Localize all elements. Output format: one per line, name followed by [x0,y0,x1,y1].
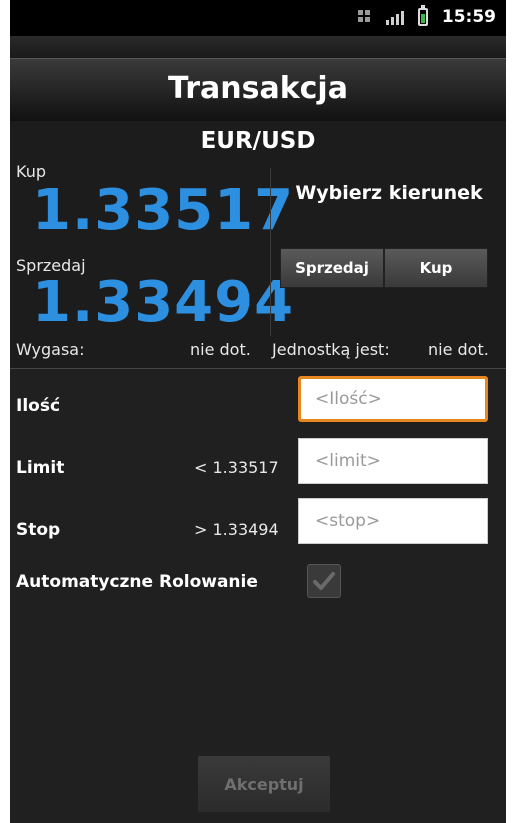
currency-pair: EUR/USD [200,128,316,154]
expires-value: nie dot. [190,340,251,359]
sell-price: 1.33494 [32,270,295,335]
direction-title: Wybierz kierunek [295,182,483,204]
auto-roll-checkbox[interactable] [307,564,341,598]
sell-direction-button[interactable]: Sprzedaj [280,248,384,288]
limit-label: Limit [16,458,65,478]
limit-hint: < 1.33517 [194,458,279,477]
quantity-input[interactable]: <Ilość> [298,376,488,422]
status-clock: 15:59 [441,7,496,27]
battery-icon [417,5,428,26]
expires-label: Wygasa: [16,340,85,359]
buy-price: 1.33517 [32,178,295,243]
title-bar: Transakcja [10,58,506,121]
stop-label: Stop [16,520,61,540]
unit-label: Jednostką jest: [272,340,390,359]
stop-hint: > 1.33494 [194,520,279,539]
stop-input[interactable]: <stop> [298,498,488,544]
status-icons: 15:59 [356,5,496,27]
status-bar: 15:59 [10,0,506,36]
unit-value: nie dot. [428,340,489,359]
signal-icon [385,9,404,25]
accept-button[interactable]: Akceptuj [198,756,330,812]
sim-icon [356,8,372,26]
phone-screen: 15:59 Transakcja EUR/USD Kup 1.33517 Spr… [10,0,506,823]
titlebar-spacer [10,36,506,58]
order-form [10,368,506,823]
page-title: Transakcja [168,71,348,106]
quote-divider [270,168,271,336]
checkmark-icon [313,572,335,590]
auto-roll-label: Automatyczne Rolowanie [16,572,258,592]
limit-input[interactable]: <limit> [298,438,488,484]
direction-toggle: Sprzedaj Kup [280,248,488,288]
quantity-label: Ilość [16,396,61,416]
buy-direction-button[interactable]: Kup [384,248,488,288]
